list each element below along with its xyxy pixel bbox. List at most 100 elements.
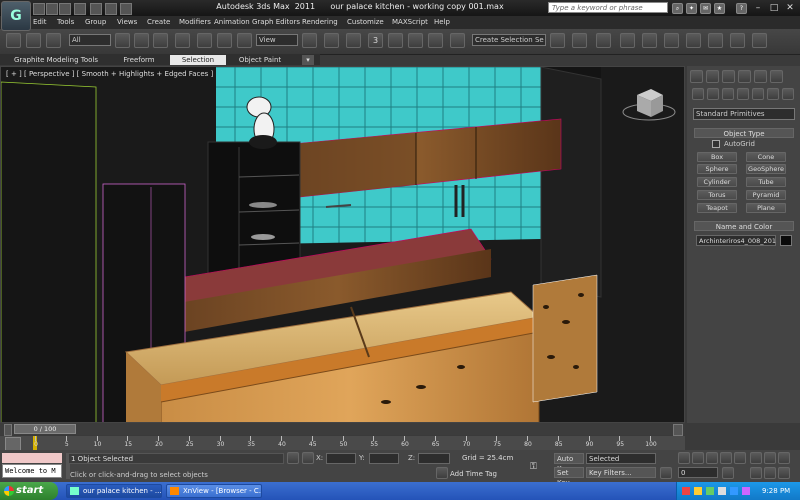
- name-and-color-header[interactable]: Name and Color: [694, 221, 794, 231]
- time-slider-prev-icon[interactable]: [4, 424, 12, 436]
- select-object-icon[interactable]: [115, 33, 130, 48]
- move-icon[interactable]: [197, 33, 212, 48]
- menu-tools[interactable]: Tools: [57, 18, 74, 26]
- helpers-icon[interactable]: [752, 88, 764, 100]
- menu-create[interactable]: Create: [147, 18, 170, 26]
- app-menu-logo-icon[interactable]: G: [1, 1, 31, 31]
- sphere-button[interactable]: Sphere: [697, 164, 737, 174]
- auto-key-button[interactable]: Auto Key: [554, 453, 584, 473]
- tray-network-icon[interactable]: [694, 487, 702, 495]
- y-coordinate-field[interactable]: [369, 453, 399, 464]
- minimize-icon[interactable]: –: [750, 2, 766, 14]
- hierarchy-panel-icon[interactable]: [722, 70, 735, 83]
- cameras-icon[interactable]: [737, 88, 749, 100]
- autogrid-checkbox[interactable]: [712, 140, 720, 148]
- zoom-extents-icon[interactable]: [778, 452, 790, 464]
- menu-help[interactable]: Help: [434, 18, 450, 26]
- edit-named-selection-icon[interactable]: [450, 33, 465, 48]
- pan-view-icon[interactable]: [764, 467, 776, 479]
- object-type-header[interactable]: Object Type: [694, 128, 794, 138]
- pyramid-button[interactable]: Pyramid: [746, 190, 786, 200]
- modify-panel-icon[interactable]: [706, 70, 719, 83]
- maxscript-listener[interactable]: Welcome to M: [2, 464, 62, 478]
- maxscript-listener-top[interactable]: [2, 453, 62, 463]
- percent-snap-icon[interactable]: [408, 33, 423, 48]
- lights-icon[interactable]: [722, 88, 734, 100]
- space-warps-icon[interactable]: [767, 88, 779, 100]
- named-selection-set-dropdown[interactable]: Create Selection Se: [472, 34, 546, 46]
- tray-volume-icon[interactable]: [718, 487, 726, 495]
- key-mode-icon[interactable]: [660, 467, 672, 479]
- menu-rendering[interactable]: Rendering: [302, 18, 338, 26]
- time-tag-icon[interactable]: [436, 467, 448, 479]
- previous-frame-icon[interactable]: [692, 452, 704, 464]
- material-editor-icon[interactable]: [686, 33, 701, 48]
- key-icon[interactable]: ⚿: [530, 462, 546, 472]
- menu-group[interactable]: Group: [85, 18, 106, 26]
- menu-customize[interactable]: Customize: [347, 18, 384, 26]
- teapot-button[interactable]: Teapot: [697, 203, 737, 213]
- shapes-icon[interactable]: [707, 88, 719, 100]
- communication-icon[interactable]: ✉: [700, 3, 711, 14]
- key-filters-button[interactable]: Key Filters...: [586, 467, 656, 478]
- help-icon[interactable]: ?: [736, 3, 747, 14]
- pivot-center-icon[interactable]: [302, 33, 317, 48]
- orbit-icon[interactable]: [778, 467, 790, 479]
- create-panel-icon[interactable]: [690, 70, 703, 83]
- zoom-icon[interactable]: [750, 452, 762, 464]
- rectangular-selection-icon[interactable]: [153, 33, 168, 48]
- snap-toggle-icon[interactable]: 3: [368, 33, 383, 48]
- schematic-view-icon[interactable]: [664, 33, 679, 48]
- redo-toolbar-icon[interactable]: [26, 33, 41, 48]
- tab-freeform[interactable]: Freeform: [110, 55, 168, 65]
- selection-filter-dropdown[interactable]: All: [69, 34, 111, 46]
- geometry-icon[interactable]: [692, 88, 704, 100]
- primitive-category-dropdown[interactable]: Standard Primitives: [693, 108, 795, 120]
- time-configuration-icon[interactable]: [722, 467, 734, 479]
- add-time-tag[interactable]: Add Time Tag: [450, 470, 497, 478]
- window-crossing-icon[interactable]: [175, 33, 190, 48]
- cylinder-button[interactable]: Cylinder: [697, 177, 737, 187]
- cone-button[interactable]: Cone: [746, 152, 786, 162]
- layer-manager-icon[interactable]: [596, 33, 611, 48]
- plane-button[interactable]: Plane: [746, 203, 786, 213]
- zoom-all-icon[interactable]: [764, 452, 776, 464]
- open-file-icon[interactable]: [46, 3, 58, 15]
- favorites-icon[interactable]: ★: [714, 3, 725, 14]
- undo-icon[interactable]: [74, 3, 86, 15]
- systems-icon[interactable]: [782, 88, 794, 100]
- tray-bluetooth-icon[interactable]: [730, 487, 738, 495]
- align-icon[interactable]: [572, 33, 587, 48]
- current-frame-field[interactable]: 0: [678, 467, 718, 478]
- motion-panel-icon[interactable]: [738, 70, 751, 83]
- play-icon[interactable]: [706, 452, 718, 464]
- select-and-link-icon[interactable]: [46, 33, 61, 48]
- subscription-icon[interactable]: ✦: [686, 3, 697, 14]
- selection-lock-icon[interactable]: [287, 452, 299, 464]
- utilities-panel-icon[interactable]: [770, 70, 783, 83]
- tab-graphite-modeling-tools[interactable]: Graphite Modeling Tools: [4, 55, 108, 65]
- menu-edit[interactable]: Edit: [33, 18, 47, 26]
- menu-maxscript[interactable]: MAXScript: [392, 18, 428, 26]
- render-production-icon[interactable]: [752, 33, 767, 48]
- display-panel-icon[interactable]: [754, 70, 767, 83]
- field-of-view-icon[interactable]: [750, 467, 762, 479]
- tube-button[interactable]: Tube: [746, 177, 786, 187]
- project-folder-icon[interactable]: [120, 3, 132, 15]
- spinner-snap-icon[interactable]: [428, 33, 443, 48]
- absolute-mode-icon[interactable]: [302, 452, 314, 464]
- time-slider-next-icon[interactable]: [673, 424, 683, 436]
- perspective-viewport[interactable]: [ + ] [ Perspective ] [ Smooth + Highlig…: [0, 66, 685, 423]
- search-input[interactable]: Type a keyword or phrase: [548, 2, 668, 13]
- go-to-end-icon[interactable]: [734, 452, 746, 464]
- search-icon[interactable]: ⌕: [672, 3, 683, 14]
- rendered-frame-window-icon[interactable]: [730, 33, 745, 48]
- angle-snap-icon[interactable]: [388, 33, 403, 48]
- next-frame-icon[interactable]: [720, 452, 732, 464]
- taskbar-clock[interactable]: 9:28 PM: [762, 487, 790, 495]
- menu-modifiers[interactable]: Modifiers: [179, 18, 211, 26]
- selected-dropdown[interactable]: Selected: [586, 453, 656, 464]
- tab-selection[interactable]: Selection: [170, 55, 226, 65]
- maximize-icon[interactable]: □: [766, 2, 782, 14]
- menu-views[interactable]: Views: [117, 18, 137, 26]
